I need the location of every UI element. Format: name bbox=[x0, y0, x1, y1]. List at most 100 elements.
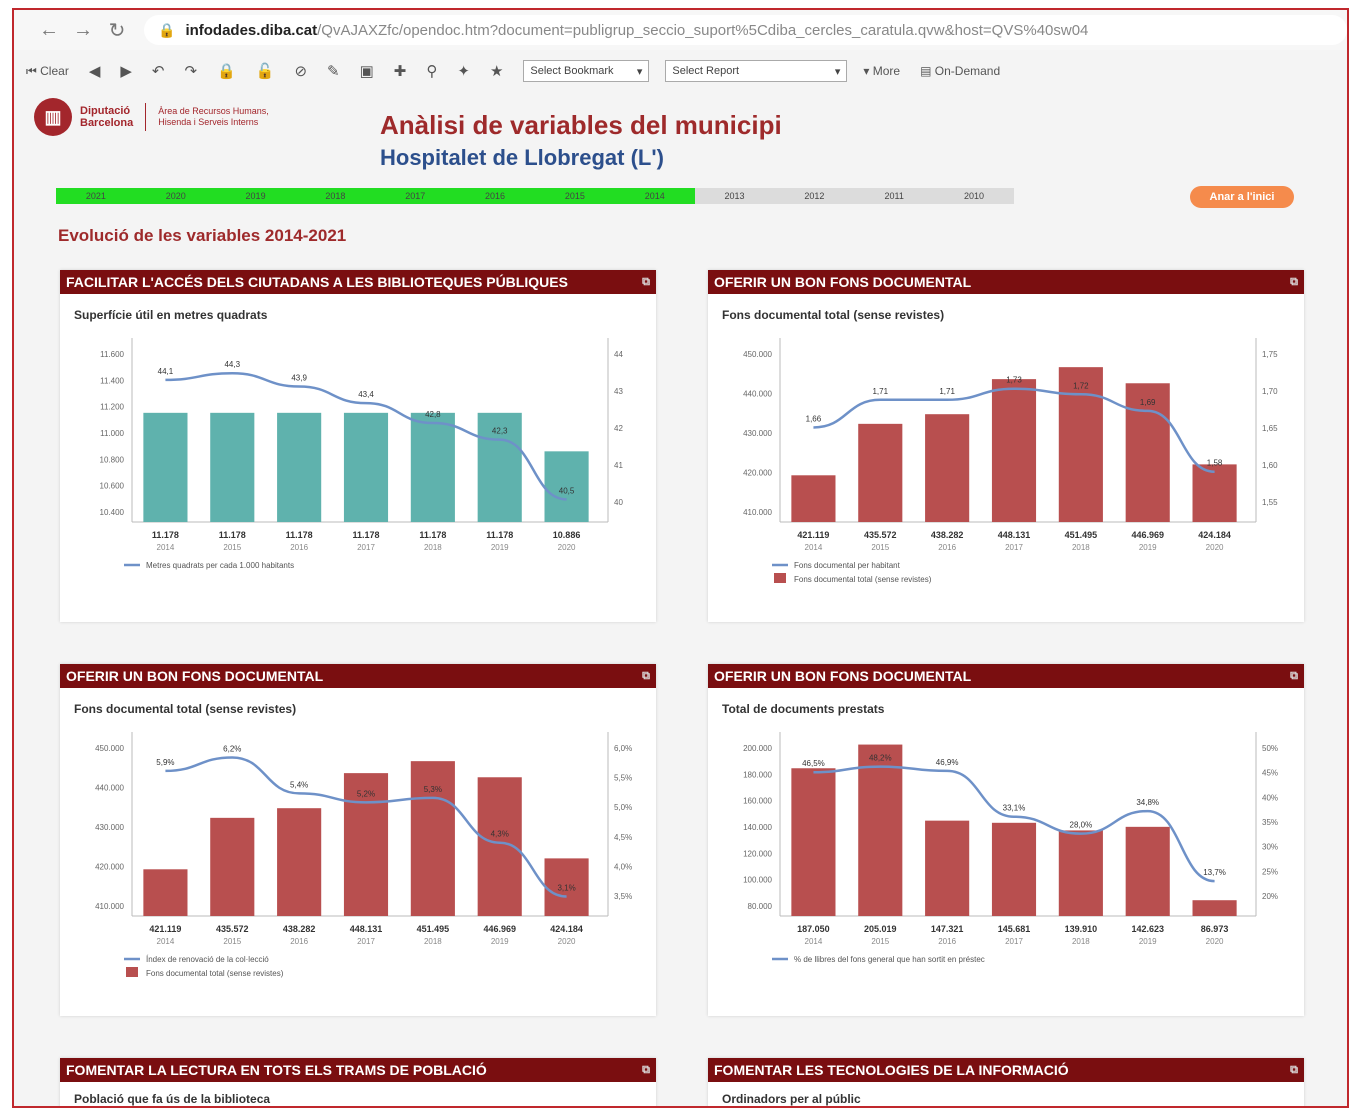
bar-value-label: 86.973 bbox=[1201, 924, 1229, 934]
bar-value-label: 11.178 bbox=[219, 530, 246, 540]
add-icon[interactable]: ✚ bbox=[394, 62, 407, 80]
year-option-2021[interactable]: 2021 bbox=[56, 188, 136, 204]
clear-button[interactable]: ⏮ Clear bbox=[26, 64, 69, 79]
year-option-2010[interactable]: 2010 bbox=[934, 188, 1014, 204]
bar-value-label: 424.184 bbox=[1198, 530, 1231, 540]
year-option-2012[interactable]: 2012 bbox=[774, 188, 855, 204]
year-option-2014[interactable]: 2014 bbox=[614, 188, 695, 204]
chevron-down-icon: ▾ bbox=[834, 65, 841, 78]
year-option-2013[interactable]: 2013 bbox=[694, 188, 775, 204]
x-tick-label: 2017 bbox=[357, 543, 375, 552]
line-point-label: 33,1% bbox=[1003, 804, 1026, 813]
bookmark-icon[interactable]: ✦ bbox=[457, 62, 470, 80]
app-frame: ← → ↻ 🔒 infodades.diba.cat /QvAJAXZfc/op… bbox=[12, 8, 1349, 1108]
bar-value-label: 448.131 bbox=[350, 924, 383, 934]
y-tick-label: 450.000 bbox=[743, 350, 772, 359]
home-button[interactable]: Anar a l'inici bbox=[1190, 186, 1294, 208]
chart-panel-library-access: FACILITAR L'ACCÉS DELS CIUTADANS A LES B… bbox=[60, 270, 656, 622]
x-tick-label: 2018 bbox=[424, 543, 442, 552]
undo-icon[interactable]: ↶ bbox=[152, 62, 165, 80]
diba-logo: ▥ Diputació Barcelona Àrea de Recursos H… bbox=[34, 98, 269, 136]
browser-bar: ← → ↻ 🔒 infodades.diba.cat /QvAJAXZfc/op… bbox=[14, 10, 1347, 50]
y-tick-label: 450.000 bbox=[95, 744, 124, 753]
y2-tick-label: 20% bbox=[1262, 892, 1278, 901]
y-tick-label: 11.200 bbox=[100, 403, 124, 412]
y2-tick-label: 42 bbox=[614, 424, 623, 433]
year-option-2017[interactable]: 2017 bbox=[375, 188, 456, 204]
url-host: infodades.diba.cat bbox=[185, 21, 318, 39]
back-selection-icon[interactable]: ◀ bbox=[89, 62, 101, 80]
bookmark-add-icon[interactable]: ★ bbox=[490, 62, 503, 80]
forward-arrow-icon[interactable]: → bbox=[66, 19, 100, 42]
x-tick-label: 2018 bbox=[1072, 937, 1090, 946]
maximize-icon[interactable]: ⧉ bbox=[1290, 1064, 1298, 1077]
x-tick-label: 2018 bbox=[424, 937, 442, 946]
address-bar[interactable]: 🔒 infodades.diba.cat /QvAJAXZfc/opendoc.… bbox=[144, 15, 1347, 45]
line-point-label: 1,69 bbox=[1140, 398, 1156, 407]
ondemand-button[interactable]: ▤ On-Demand bbox=[920, 64, 1000, 78]
table-icon[interactable]: ▣ bbox=[360, 62, 374, 80]
x-tick-label: 2016 bbox=[938, 937, 956, 946]
back-arrow-icon[interactable]: ← bbox=[32, 19, 66, 42]
line-point-label: 44,3 bbox=[224, 360, 240, 369]
line-point-label: 5,2% bbox=[357, 789, 375, 798]
line-point-label: 42,3 bbox=[492, 427, 508, 436]
bar bbox=[991, 379, 1037, 522]
edit-icon[interactable]: ✎ bbox=[327, 62, 340, 80]
bar bbox=[410, 412, 455, 522]
line-point-label: 42,8 bbox=[425, 410, 441, 419]
report-select-value: Select Report bbox=[672, 65, 740, 77]
year-option-2020[interactable]: 2020 bbox=[135, 188, 216, 204]
year-option-2016[interactable]: 2016 bbox=[455, 188, 535, 204]
pin-icon[interactable]: ⚲ bbox=[426, 62, 437, 80]
year-option-2018[interactable]: 2018 bbox=[295, 188, 376, 204]
more-icon: ▾ bbox=[863, 64, 873, 78]
bar bbox=[277, 808, 322, 916]
logo-name-line1: Diputació bbox=[80, 105, 131, 117]
line-point-label: 3,1% bbox=[557, 884, 575, 893]
legend-bar-label: Fons documental total (sense revistes) bbox=[146, 969, 284, 978]
bar bbox=[858, 744, 903, 916]
y-tick-label: 440.000 bbox=[743, 390, 772, 399]
x-tick-label: 2015 bbox=[223, 937, 241, 946]
line-point-label: 43,4 bbox=[358, 390, 374, 399]
bar-value-label: 451.495 bbox=[1065, 530, 1098, 540]
bar bbox=[1192, 464, 1237, 522]
bar bbox=[343, 412, 389, 522]
year-option-2015[interactable]: 2015 bbox=[534, 188, 615, 204]
bar-value-label: 147.321 bbox=[931, 924, 964, 934]
line-point-label: 1,71 bbox=[872, 387, 888, 396]
y-tick-label: 11.600 bbox=[100, 350, 124, 359]
bar-value-label: 435.572 bbox=[216, 924, 249, 934]
legend-line-label: Metres quadrats per cada 1.000 habitants bbox=[146, 561, 294, 570]
reload-icon[interactable]: ↻ bbox=[100, 18, 134, 43]
year-option-2019[interactable]: 2019 bbox=[215, 188, 296, 204]
y2-tick-label: 35% bbox=[1262, 818, 1278, 827]
y-tick-label: 430.000 bbox=[743, 429, 772, 438]
redo-icon[interactable]: ↷ bbox=[185, 62, 198, 80]
report-select[interactable]: Select Report ▾ bbox=[665, 60, 848, 82]
search-icon[interactable]: ⊘ bbox=[294, 62, 307, 80]
section-title: Evolució de les variables 2014-2021 bbox=[58, 226, 347, 245]
y-tick-label: 140.000 bbox=[743, 823, 772, 832]
more-button[interactable]: ▾ More bbox=[863, 64, 900, 78]
line-point-label: 6,2% bbox=[223, 744, 241, 753]
maximize-icon[interactable]: ⧉ bbox=[642, 1064, 650, 1077]
line-point-label: 5,9% bbox=[156, 758, 174, 767]
bar bbox=[858, 423, 903, 522]
y-tick-label: 10.400 bbox=[100, 508, 125, 517]
y-tick-label: 160.000 bbox=[743, 797, 772, 806]
bar-value-label: 11.178 bbox=[286, 530, 313, 540]
y2-tick-label: 6,0% bbox=[614, 744, 632, 753]
line-point-label: 5,4% bbox=[290, 780, 308, 789]
forward-selection-icon[interactable]: ▶ bbox=[120, 62, 132, 80]
x-tick-label: 2016 bbox=[290, 937, 308, 946]
x-tick-label: 2017 bbox=[1005, 937, 1023, 946]
bookmark-select[interactable]: Select Bookmark ▾ bbox=[523, 60, 650, 82]
unlock-selection-icon[interactable]: 🔓 bbox=[256, 62, 275, 80]
lock-selection-icon[interactable]: 🔒 bbox=[217, 62, 236, 80]
legend-bar-swatch bbox=[774, 573, 786, 583]
year-option-2011[interactable]: 2011 bbox=[854, 188, 935, 204]
x-tick-label: 2018 bbox=[1072, 543, 1090, 552]
chevron-down-icon: ▾ bbox=[636, 65, 643, 78]
